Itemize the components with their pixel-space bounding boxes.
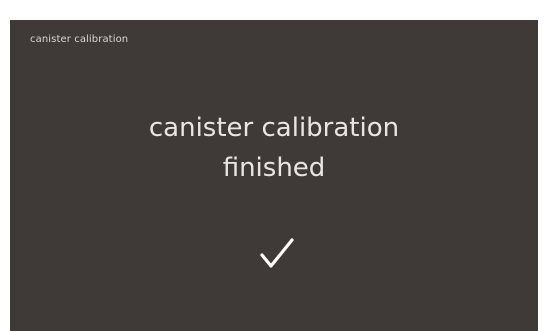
- screen-title: canister calibration: [30, 34, 129, 45]
- display-screen: canister calibration canister calibratio…: [10, 20, 538, 331]
- checkmark-icon: [260, 238, 294, 268]
- status-message-line-1: canister calibration: [148, 113, 400, 143]
- status-message-line-2: finished: [222, 153, 326, 183]
- device-frame: canister calibration canister calibratio…: [0, 0, 545, 331]
- status-message: canister calibration finished: [10, 108, 538, 188]
